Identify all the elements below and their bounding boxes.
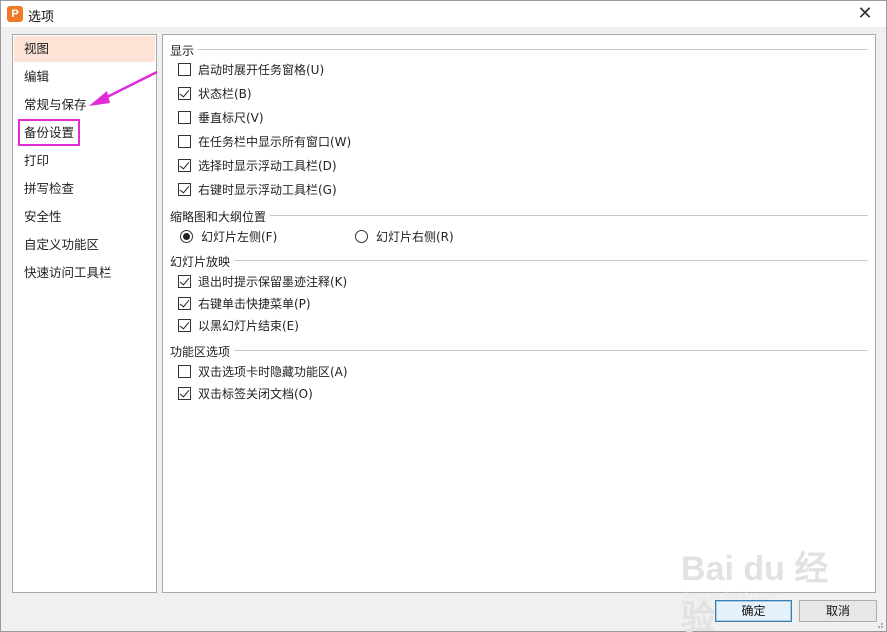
sidebar-item-customize-ribbon[interactable]: 自定义功能区 <box>14 232 155 258</box>
group-title-display: 显示 <box>170 44 195 58</box>
checkbox[interactable] <box>178 182 191 196</box>
checkbox[interactable] <box>178 134 191 148</box>
option-label: 右键时显示浮动工具栏(G) <box>198 182 337 197</box>
option-show-all-windows-taskbar[interactable]: 在任务栏中显示所有窗口(W) <box>178 132 351 150</box>
option-close-doc-double-click-tab[interactable]: 双击标签关闭文档(O) <box>178 384 313 402</box>
ok-button[interactable]: 确定 <box>715 600 792 622</box>
sidebar-item-edit[interactable]: 编辑 <box>14 64 155 90</box>
sidebar-item-spellcheck[interactable]: 拼写检查 <box>14 176 155 202</box>
sidebar-item-print[interactable]: 打印 <box>14 148 155 174</box>
checkbox[interactable] <box>178 274 191 288</box>
radio-button[interactable] <box>180 229 193 243</box>
option-label: 启动时展开任务窗格(U) <box>198 62 325 77</box>
checkbox[interactable] <box>178 110 191 124</box>
sidebar-item-backup[interactable]: 备份设置 <box>14 120 155 146</box>
cancel-button[interactable]: 取消 <box>799 600 877 622</box>
checkbox[interactable] <box>178 318 191 332</box>
sidebar-item-view[interactable]: 视图 <box>14 36 155 62</box>
option-label: 幻灯片左侧(F) <box>201 229 278 244</box>
option-vertical-ruler[interactable]: 垂直标尺(V) <box>178 108 264 126</box>
option-label: 以黑幻灯片结束(E) <box>198 318 299 333</box>
option-label: 退出时提示保留墨迹注释(K) <box>198 274 348 289</box>
option-right-click-menu[interactable]: 右键单击快捷菜单(P) <box>178 294 311 312</box>
option-expand-task-pane[interactable]: 启动时展开任务窗格(U) <box>178 60 324 78</box>
group-divider <box>234 260 868 261</box>
option-slides-left[interactable]: 幻灯片左侧(F) <box>180 227 277 245</box>
close-icon[interactable]: ✕ <box>854 3 876 25</box>
checkbox[interactable] <box>178 62 191 76</box>
option-slides-right[interactable]: 幻灯片右侧(R) <box>355 227 454 245</box>
checkbox[interactable] <box>178 158 191 172</box>
group-title-thumbnail: 缩略图和大纲位置 <box>170 210 267 224</box>
group-divider <box>270 215 868 216</box>
option-floating-toolbar-on-right-click[interactable]: 右键时显示浮动工具栏(G) <box>178 180 337 198</box>
sidebar-item-general-save[interactable]: 常规与保存 <box>14 92 155 118</box>
sidebar: 视图 编辑 常规与保存 备份设置 打印 拼写检查 安全性 自定义功能区 快速访问… <box>12 34 157 593</box>
option-label: 幻灯片右侧(R) <box>376 229 454 244</box>
option-label: 垂直标尺(V) <box>198 110 264 125</box>
options-dialog: P 选项 ✕ 视图 编辑 常规与保存 备份设置 打印 拼写检查 安全性 自定义功… <box>0 0 887 632</box>
option-label: 双击选项卡时隐藏功能区(A) <box>198 364 348 379</box>
group-divider <box>198 49 868 50</box>
dialog-title: 选项 <box>28 10 55 25</box>
option-hide-ribbon-double-click[interactable]: 双击选项卡时隐藏功能区(A) <box>178 362 348 380</box>
option-label: 右键单击快捷菜单(P) <box>198 296 311 311</box>
radio-button[interactable] <box>355 229 368 243</box>
option-label: 状态栏(B) <box>198 86 252 101</box>
option-label: 选择时显示浮动工具栏(D) <box>198 158 337 173</box>
sidebar-item-security[interactable]: 安全性 <box>14 204 155 230</box>
group-title-ribbon: 功能区选项 <box>170 345 231 359</box>
option-label: 双击标签关闭文档(O) <box>198 386 313 401</box>
app-logo-icon: P <box>7 6 23 22</box>
checkbox[interactable] <box>178 296 191 310</box>
group-title-slideshow: 幻灯片放映 <box>170 255 231 269</box>
view-settings-panel: 显示 启动时展开任务窗格(U) 状态栏(B) 垂直标尺(V) 在任务栏中显示所有… <box>162 34 876 593</box>
option-status-bar[interactable]: 状态栏(B) <box>178 84 252 102</box>
group-divider <box>234 350 868 351</box>
option-keep-ink-annotations[interactable]: 退出时提示保留墨迹注释(K) <box>178 272 347 290</box>
option-label: 在任务栏中显示所有窗口(W) <box>198 134 352 149</box>
option-end-with-black-slide[interactable]: 以黑幻灯片结束(E) <box>178 316 299 334</box>
option-floating-toolbar-on-select[interactable]: 选择时显示浮动工具栏(D) <box>178 156 337 174</box>
checkbox[interactable] <box>178 386 191 400</box>
title-bar: P 选项 ✕ <box>1 1 886 27</box>
checkbox[interactable] <box>178 86 191 100</box>
sidebar-item-quick-access-toolbar[interactable]: 快速访问工具栏 <box>14 260 155 286</box>
checkbox[interactable] <box>178 364 191 378</box>
